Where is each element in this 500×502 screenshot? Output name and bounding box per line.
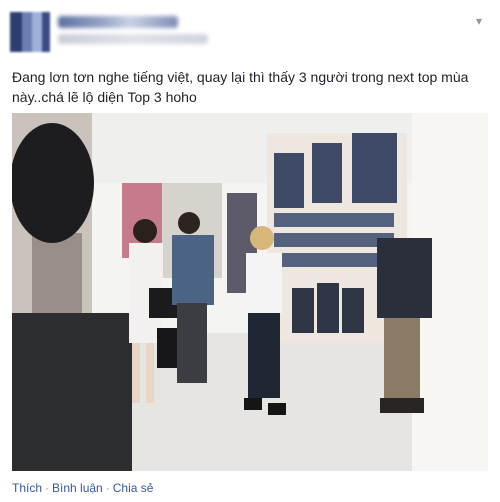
- post-card: ▾ Đang lơn tơn nghe tiếng việt, quay lại…: [0, 0, 500, 502]
- like-link[interactable]: Thích: [12, 481, 42, 495]
- post-photo[interactable]: [12, 113, 488, 471]
- store-photo: [12, 113, 488, 471]
- comment-link[interactable]: Bình luận: [52, 481, 103, 495]
- chevron-down-icon[interactable]: ▾: [470, 14, 488, 28]
- separator: ·: [45, 481, 50, 495]
- post-header: ▾: [10, 12, 490, 56]
- share-link[interactable]: Chia sẻ: [113, 481, 154, 495]
- post-text: Đang lơn tơn nghe tiếng việt, quay lại t…: [12, 69, 469, 105]
- post-meta-blurred: [58, 34, 208, 44]
- separator: ·: [105, 481, 110, 495]
- author-avatar[interactable]: [10, 12, 50, 52]
- post-actions: Thích · Bình luận · Chia sẻ: [12, 481, 153, 497]
- author-name-blurred[interactable]: [58, 16, 178, 28]
